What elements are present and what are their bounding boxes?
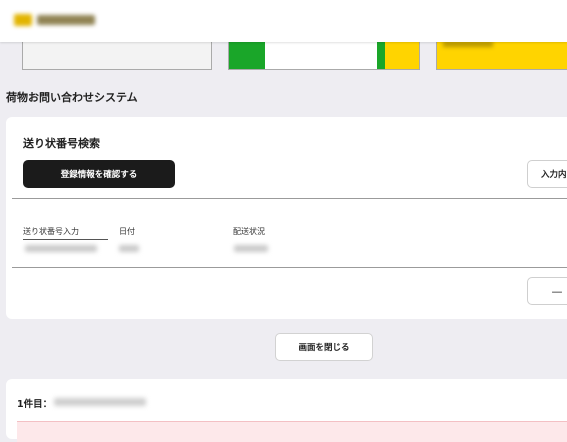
column-header-tracking-number: 送り状番号入力 — [23, 226, 108, 240]
result-item-label: 1件目： — [17, 399, 53, 410]
column-header-date: 日付 — [119, 227, 135, 236]
result-tracking-number-blurred — [54, 398, 146, 406]
close-screen-button[interactable]: 画面を閉じる — [275, 333, 373, 361]
input-content-button[interactable]: 入力内 — [527, 160, 567, 188]
logo[interactable] — [14, 12, 100, 28]
result-card: 1件目： — [6, 379, 567, 442]
logo-text-blurred — [37, 15, 95, 25]
alert-strip — [17, 421, 567, 442]
logo-mark-icon — [14, 14, 32, 26]
confirm-registration-button[interactable]: 登録情報を確認する — [23, 160, 175, 188]
divider — [12, 198, 567, 199]
header — [0, 0, 567, 42]
column-header-delivery-status: 配送状況 — [233, 227, 265, 236]
search-card-title: 送り状番号検索 — [23, 137, 100, 150]
page-title: 荷物お問い合わせシステム — [6, 91, 138, 104]
action-button[interactable]: — — [527, 277, 567, 305]
status-value-blurred — [234, 245, 268, 252]
tracking-number-value-blurred — [25, 245, 97, 252]
search-card: 送り状番号検索 登録情報を確認する 入力内 送り状番号入力 日付 配送状況 — — [6, 117, 567, 319]
divider — [12, 267, 567, 268]
date-value-blurred — [119, 245, 139, 252]
